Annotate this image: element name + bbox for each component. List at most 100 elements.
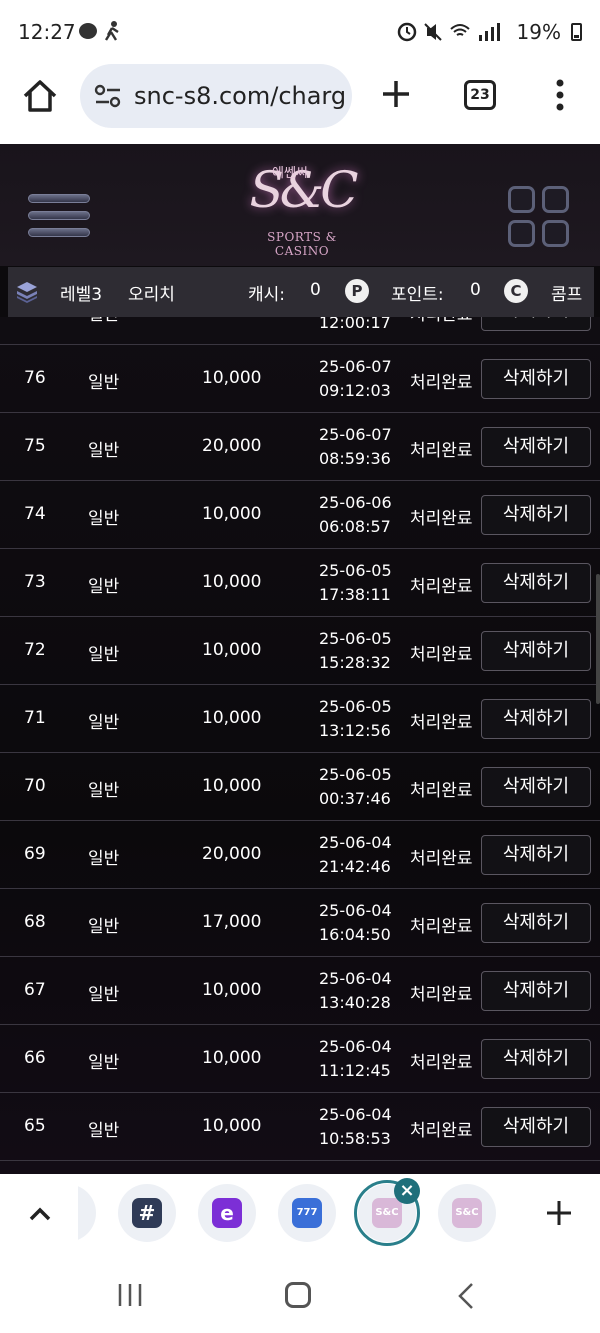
point-label: 포인트: <box>391 285 444 305</box>
delete-button[interactable]: 삭제하기 <box>481 359 591 399</box>
recent-apps-icon[interactable] <box>117 1282 143 1308</box>
row-type: 일반 <box>88 849 120 869</box>
snc-site-icon: S&C <box>452 1198 482 1228</box>
row-number: 67 <box>24 980 46 1000</box>
row-type: 일반 <box>88 509 120 529</box>
table-row: 68 일반 17,000 처리완료 25-06-04 16:04:50 삭제하기 <box>0 889 600 957</box>
row-status: 처리완료 <box>410 577 473 597</box>
delete-button[interactable]: 삭제하기 <box>481 631 591 671</box>
row-number: 71 <box>24 708 46 728</box>
row-amount: 17,000 <box>202 912 262 932</box>
row-datetime: 25-06-05 00:37:46 <box>319 763 392 811</box>
row-type: 일반 <box>88 1121 120 1141</box>
row-time: 10:58:53 <box>319 1129 391 1148</box>
row-status: 처리완료 <box>410 781 473 801</box>
table-row: 69 일반 20,000 처리완료 25-06-04 21:42:46 삭제하기 <box>0 821 600 889</box>
table-row: 72 일반 10,000 처리완료 25-06-05 15:28:32 삭제하기 <box>0 617 600 685</box>
row-number: 74 <box>24 504 46 524</box>
row-datetime: 25-06-04 16:04:50 <box>319 899 392 947</box>
more-options-icon[interactable] <box>548 78 572 112</box>
slot-app-icon: 777 <box>292 1198 322 1228</box>
tab-thumbnail[interactable]: e <box>198 1184 256 1242</box>
row-time: 17:38:11 <box>319 585 391 604</box>
table-row: 65 일반 10,000 처리완료 25-06-04 10:58:53 삭제하기 <box>0 1093 600 1161</box>
row-time: 09:12:03 <box>319 381 391 400</box>
add-tab-plus-icon[interactable] <box>544 1198 574 1228</box>
cash-value: 0 <box>310 280 321 300</box>
delete-button[interactable]: 삭제하기 <box>481 1107 591 1147</box>
row-number: 69 <box>24 844 46 864</box>
row-amount: 10,000 <box>202 504 262 524</box>
tab-thumbnail[interactable]: S&C <box>438 1184 496 1242</box>
row-time: 08:59:36 <box>319 449 391 468</box>
chevron-up-icon[interactable] <box>26 1200 54 1228</box>
row-time: 16:04:50 <box>319 925 391 944</box>
delete-button[interactable]: 삭제하기 <box>481 699 591 739</box>
row-date: 25-06-04 <box>319 833 392 852</box>
row-amount: 10,000 <box>202 980 262 1000</box>
hashtag-app-icon: # <box>132 1198 162 1228</box>
system-nav-bar <box>0 1254 600 1333</box>
close-tab-icon[interactable]: × <box>394 1178 420 1204</box>
row-number: 72 <box>24 640 46 660</box>
row-status: 처리완료 <box>410 1053 473 1073</box>
tab-count-button[interactable]: 23 <box>464 80 496 110</box>
delete-button[interactable]: 삭제하기 <box>481 971 591 1011</box>
chat-and-run-icon <box>79 21 119 41</box>
row-amount: 10,000 <box>202 708 262 728</box>
logo-korean: 에쎈씨 <box>272 166 308 181</box>
delete-button[interactable]: 삭제하기 <box>481 427 591 467</box>
row-type: 일반 <box>88 713 120 733</box>
row-type: 일반 <box>88 1053 120 1073</box>
delete-button[interactable]: 삭제하기 <box>481 835 591 875</box>
new-tab-plus-icon[interactable] <box>380 78 412 110</box>
delete-button[interactable]: 삭제하기 <box>481 563 591 603</box>
system-status-icons <box>397 22 500 42</box>
row-status: 처리완료 <box>410 509 473 529</box>
user-level: 레벨3 <box>60 285 103 305</box>
site-header: S&C SPORTS & CASINO 에쎈씨 <box>0 144 600 266</box>
row-type: 일반 <box>88 645 120 665</box>
table-row: 70 일반 10,000 처리완료 25-06-05 00:37:46 삭제하기 <box>0 753 600 821</box>
table-row: 66 일반 10,000 처리완료 25-06-04 11:12:45 삭제하기 <box>0 1025 600 1093</box>
delete-button[interactable]: 삭제하기 <box>481 767 591 807</box>
scrollbar-thumb[interactable] <box>596 574 600 704</box>
grid-menu-icon[interactable] <box>508 186 572 250</box>
row-number: 70 <box>24 776 46 796</box>
level-layers-icon <box>17 282 37 303</box>
row-date: 25-06-05 <box>319 629 392 648</box>
home-nav-icon[interactable] <box>285 1282 311 1308</box>
hamburger-menu-icon[interactable] <box>28 194 90 244</box>
row-type: 일반 <box>88 441 120 461</box>
tab-thumbnail[interactable]: 777 <box>278 1184 336 1242</box>
table-row: 75 일반 20,000 처리완료 25-06-07 08:59:36 삭제하기 <box>0 413 600 481</box>
row-time: 21:42:46 <box>319 857 391 876</box>
delete-button[interactable]: 삭제하기 <box>481 317 591 331</box>
site-settings-icon[interactable] <box>94 84 122 108</box>
table-row: 77 일반 20,000 처리완료 25-06-0712:00:17 삭제하기 <box>0 317 600 345</box>
point-value: 0 <box>470 280 481 300</box>
address-bar[interactable]: snc-s8.com/charg <box>80 64 352 128</box>
row-status: 처리완료 <box>410 713 473 733</box>
status-time: 12:27 <box>18 20 76 44</box>
back-nav-icon[interactable] <box>456 1282 476 1310</box>
delete-button[interactable]: 삭제하기 <box>481 1039 591 1079</box>
home-icon[interactable] <box>20 76 60 116</box>
comp-label: 콤프 <box>551 285 583 305</box>
row-amount: 20,000 <box>202 844 262 864</box>
row-time: 00:37:46 <box>319 789 391 808</box>
delete-button[interactable]: 삭제하기 <box>481 495 591 535</box>
row-amount: 10,000 <box>202 776 262 796</box>
row-datetime: 25-06-07 08:59:36 <box>319 423 392 471</box>
row-number: 68 <box>24 912 46 932</box>
row-time: 13:12:56 <box>319 721 391 740</box>
point-p-icon: P <box>345 279 369 303</box>
tab-thumbnail[interactable]: # <box>118 1184 176 1242</box>
row-datetime: 25-06-05 13:12:56 <box>319 695 392 743</box>
row-status: 처리완료 <box>410 917 473 937</box>
delete-button[interactable]: 삭제하기 <box>481 903 591 943</box>
row-type: 일반 <box>88 373 120 393</box>
charge-history-table: 77일반20,000처리완료25-06-0712:00:17삭제하기76일반10… <box>0 317 600 1174</box>
row-date: 25-06-04 <box>319 969 392 988</box>
row-status: 처리완료 <box>410 441 473 461</box>
